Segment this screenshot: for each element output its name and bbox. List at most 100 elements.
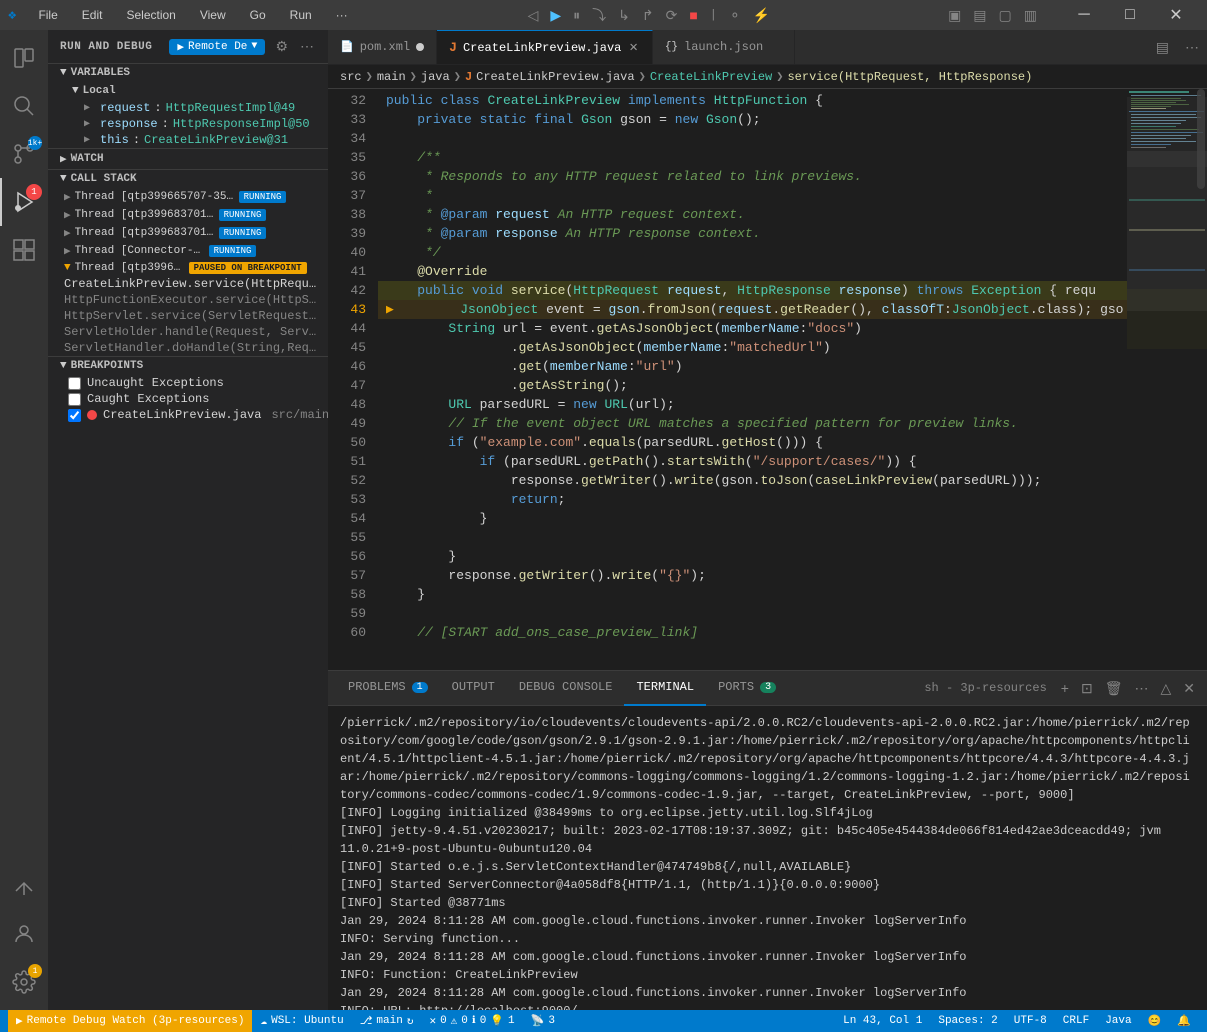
status-position[interactable]: Ln 43, Col 1 — [835, 1010, 930, 1032]
run-debug-btn[interactable]: ▶ Remote De ▼ — [169, 39, 265, 55]
bp-file[interactable]: CreateLinkPreview.java src/main/java 43 — [48, 407, 328, 423]
activity-settings[interactable]: 1 — [0, 958, 48, 1006]
status-wsl[interactable]: ☁ WSL: Ubuntu — [252, 1010, 351, 1032]
status-errors[interactable]: ✕ 0 ⚠ 0 ℹ 0 💡 1 — [421, 1010, 522, 1032]
debug-stepout-btn[interactable]: ↱ — [638, 5, 658, 26]
bp-caught[interactable]: Caught Exceptions — [48, 391, 328, 407]
bp-caught-checkbox[interactable] — [68, 393, 81, 406]
menu-file[interactable]: File — [32, 6, 63, 24]
terminal-trash-btn[interactable]: 🗑 — [1101, 678, 1127, 699]
bc-method[interactable]: service(HttpRequest, HttpResponse) — [787, 70, 1032, 84]
editor-layout-btn[interactable]: ▣ — [944, 5, 965, 26]
terminal-maximize-btn[interactable]: △ — [1156, 678, 1175, 699]
status-language[interactable]: Java — [1097, 1010, 1139, 1032]
thread-3[interactable]: ▶ Thread [qtp399683701-35] RUNNING — [48, 224, 328, 242]
status-spaces[interactable]: Spaces: 2 — [930, 1010, 1005, 1032]
status-ports[interactable]: 📡 3 — [523, 1010, 563, 1032]
var-request[interactable]: ▶ request : HttpRequestImpl@49 — [48, 100, 328, 116]
status-feedback[interactable]: 😊 — [1140, 1010, 1170, 1032]
menu-run[interactable]: Run — [284, 6, 318, 24]
bc-class[interactable]: CreateLinkPreview — [650, 70, 772, 84]
customize-layout-btn[interactable]: ▥ — [1020, 5, 1041, 26]
thread-2[interactable]: ▶ Thread [qtp399683701-34-acce... RUNNIN… — [48, 206, 328, 224]
watch-header[interactable]: ▶ WATCH — [48, 149, 328, 169]
debug-back-btn[interactable]: ◁ — [524, 5, 543, 26]
menu-selection[interactable]: Selection — [120, 6, 181, 24]
tab-pom[interactable]: 📄 pom.xml — [328, 30, 437, 65]
tab-output[interactable]: OUTPUT — [440, 671, 507, 706]
debug-status[interactable]: ▶ Remote Debug Watch (3p-resources) — [8, 1010, 252, 1032]
frame-2[interactable]: HttpServlet.service(ServletRequest,S — [48, 308, 328, 324]
tab-problems[interactable]: PROBLEMS 1 — [336, 671, 440, 706]
menu-edit[interactable]: Edit — [76, 6, 109, 24]
panel-toggle-btn[interactable]: ▢ — [995, 5, 1016, 26]
var-this[interactable]: ▶ this : CreateLinkPreview@31 — [48, 132, 328, 148]
terminal-content[interactable]: /pierrick/.m2/repository/io/cloudevents/… — [328, 706, 1207, 1010]
local-header[interactable]: ▼ Local — [48, 82, 328, 100]
tab-ports[interactable]: PORTS 3 — [706, 671, 788, 706]
menu-view[interactable]: View — [194, 6, 232, 24]
activity-accounts[interactable] — [0, 910, 48, 958]
menu-go[interactable]: Go — [244, 6, 272, 24]
terminal-add-btn[interactable]: + — [1057, 678, 1073, 698]
tab-create[interactable]: J CreateLinkPreview.java ✕ — [437, 30, 653, 65]
bc-main[interactable]: main — [377, 70, 406, 84]
breakpoints-header[interactable]: ▼ BREAKPOINTS — [48, 357, 328, 375]
thread-4[interactable]: ▶ Thread [Connector-Scheduler-... RUNNIN… — [48, 242, 328, 260]
frame-1[interactable]: HttpFunctionExecutor.service(HttpSer — [48, 292, 328, 308]
status-branch[interactable]: ⎇ main ↻ — [352, 1010, 422, 1032]
activity-extensions[interactable] — [0, 226, 48, 274]
bc-java[interactable]: java — [421, 70, 450, 84]
status-encoding[interactable]: UTF-8 — [1006, 1010, 1055, 1032]
more-btn[interactable]: ⋯ — [298, 36, 316, 57]
activity-explorer[interactable] — [0, 34, 48, 82]
terminal-split-btn[interactable]: ⊡ — [1077, 678, 1097, 699]
code-content[interactable]: public class CreateLinkPreview implement… — [378, 89, 1127, 670]
frame-3[interactable]: ServletHolder.handle(Request, Servlet — [48, 324, 328, 340]
settings-btn[interactable]: ⚙ — [273, 36, 290, 57]
debug-continue-btn[interactable]: ▶ — [546, 5, 565, 26]
tab-launch[interactable]: {} launch.json ✕ — [653, 30, 795, 65]
frame-0[interactable]: CreateLinkPreview.service(HttpReques — [48, 276, 328, 292]
close-btn[interactable]: ✕ — [1153, 0, 1199, 30]
variables-header[interactable]: ▼ VARIABLES — [48, 64, 328, 82]
debug-stepin-btn[interactable]: ↳ — [614, 5, 634, 26]
debug-branch-btn[interactable]: ⚬ — [725, 5, 745, 26]
thread-1[interactable]: ▶ Thread [qtp399665707-35 acci... RUNNIN… — [48, 188, 328, 206]
debug-stop-btn[interactable]: ■ — [685, 5, 701, 25]
activity-source-control[interactable]: 1k+ — [0, 130, 48, 178]
debug-flash-btn[interactable]: ⚡ — [749, 5, 774, 26]
maximize-btn[interactable]: □ — [1107, 0, 1153, 30]
activity-remote[interactable] — [0, 862, 48, 910]
status-eol[interactable]: CRLF — [1055, 1010, 1097, 1032]
tab-create-close[interactable]: ✕ — [627, 39, 639, 56]
bp-uncaught-checkbox[interactable] — [68, 377, 81, 390]
debug-pause-btn[interactable]: ⏸ — [569, 5, 584, 26]
terminal-more-btn[interactable]: ⋯ — [1130, 678, 1152, 699]
ports-label: PORTS — [718, 680, 754, 694]
bc-src[interactable]: src — [340, 70, 362, 84]
menu-more[interactable]: ··· — [330, 6, 354, 24]
callstack-header[interactable]: ▼ CALL STACK — [48, 170, 328, 188]
terminal-close-btn[interactable]: ✕ — [1179, 678, 1199, 699]
debug-stepover-btn[interactable]: ⤵ — [588, 3, 610, 27]
settings-badge: 1 — [28, 964, 42, 978]
bp-uncaught[interactable]: Uncaught Exceptions — [48, 375, 328, 391]
status-bell[interactable]: 🔔 — [1169, 1010, 1199, 1032]
editor-more-btn[interactable]: ⋯ — [1177, 39, 1207, 56]
encoding-label: UTF-8 — [1014, 1015, 1047, 1027]
bc-file[interactable]: J CreateLinkPreview.java — [465, 70, 635, 84]
split-editor-btn[interactable]: ▤ — [969, 5, 990, 26]
frame-4[interactable]: ServletHandler.doHandle(String,Reque — [48, 340, 328, 356]
tab-debug-console[interactable]: DEBUG CONSOLE — [507, 671, 625, 706]
thread-5-paused[interactable]: ▼ Thread [qtp39968... PAUSED ON BREAKPOI… — [48, 260, 328, 276]
tab-terminal[interactable]: TERMINAL — [624, 671, 706, 706]
activity-search[interactable] — [0, 82, 48, 130]
window-controls: ─ □ ✕ — [1061, 0, 1199, 30]
activity-run-debug[interactable]: 1 — [0, 178, 48, 226]
bp-file-checkbox[interactable] — [68, 409, 81, 422]
split-editor-right-btn[interactable]: ▤ — [1148, 39, 1177, 56]
minimize-btn[interactable]: ─ — [1061, 0, 1107, 30]
debug-restart-btn[interactable]: ⟳ — [662, 5, 682, 26]
var-response[interactable]: ▶ response : HttpResponseImpl@50 — [48, 116, 328, 132]
